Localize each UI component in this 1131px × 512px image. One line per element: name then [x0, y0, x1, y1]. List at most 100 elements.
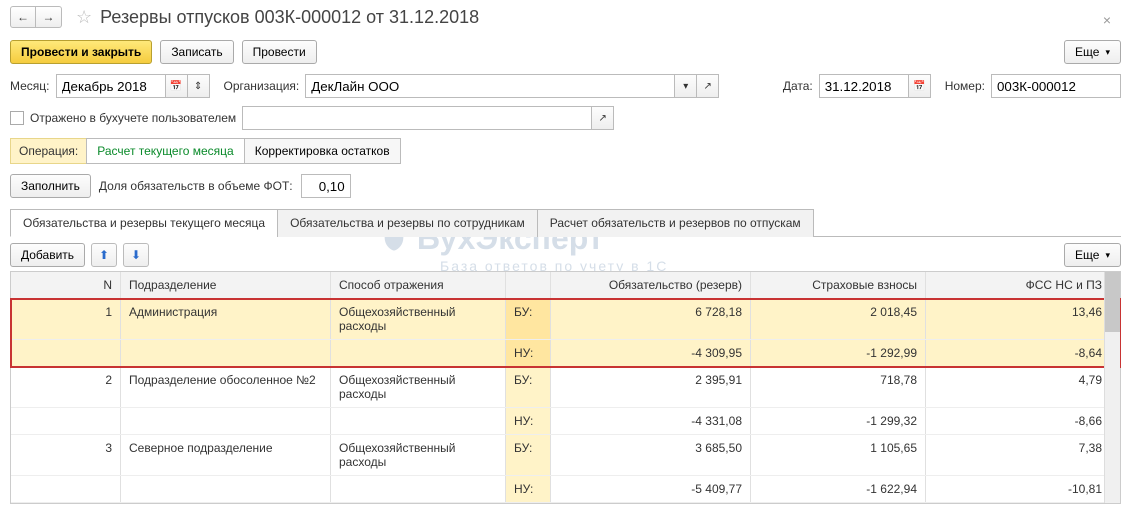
move-up-button[interactable]: ⬆ [91, 243, 117, 267]
cell-acc-type: БУ: [506, 299, 551, 339]
table-row[interactable]: НУ:-4 309,95-1 292,99-8,64 [11, 340, 1120, 367]
cell-obl: -4 309,95 [551, 340, 751, 366]
col-ins[interactable]: Страховые взносы [751, 272, 926, 298]
more-button[interactable]: Еще [1064, 40, 1121, 64]
grid: N Подразделение Способ отражения Обязате… [10, 271, 1121, 504]
page-title: Резервы отпусков 003К-000012 от 31.12.20… [100, 7, 479, 28]
grid-more-button[interactable]: Еще [1064, 243, 1121, 267]
cell-dept: Администрация [121, 299, 331, 339]
forward-button[interactable]: → [36, 6, 62, 28]
cell-method: Общехозяйственный расходы [331, 367, 506, 407]
stepper-icon[interactable]: ⇕ [188, 74, 210, 98]
cell-dept [121, 476, 331, 502]
dropdown-icon[interactable]: ▾ [675, 74, 697, 98]
cell-method [331, 408, 506, 434]
table-row[interactable]: НУ:-4 331,08-1 299,32-8,66 [11, 408, 1120, 435]
arrow-right-icon: → [43, 10, 55, 24]
op-correction[interactable]: Корректировка остатков [245, 138, 401, 164]
col-n[interactable]: N [11, 272, 121, 298]
month-input[interactable] [56, 74, 166, 98]
cell-n: 2 [11, 367, 121, 407]
calendar-icon[interactable]: 📅 [909, 74, 931, 98]
cell-dept: Подразделение обосоленное №2 [121, 367, 331, 407]
tab-current-month[interactable]: Обязательства и резервы текущего месяца [10, 209, 278, 237]
cell-n [11, 476, 121, 502]
col-obl[interactable]: Обязательство (резерв) [551, 272, 751, 298]
cell-fss: -10,81 [926, 476, 1111, 502]
close-icon[interactable]: × [1103, 12, 1111, 28]
save-button[interactable]: Записать [160, 40, 233, 64]
cell-method: Общехозяйственный расходы [331, 435, 506, 475]
cell-acc-type: НУ: [506, 340, 551, 366]
table-row[interactable]: НУ:-5 409,77-1 622,94-10,81 [11, 476, 1120, 503]
table-row[interactable]: 2Подразделение обосоленное №2Общехозяйст… [11, 367, 1120, 408]
cell-obl: 6 728,18 [551, 299, 751, 339]
cell-ins: 1 105,65 [751, 435, 926, 475]
cell-dept: Северное подразделение [121, 435, 331, 475]
fill-button[interactable]: Заполнить [10, 174, 91, 198]
open-icon[interactable]: ↗ [697, 74, 719, 98]
reflected-label: Отражено в бухучете пользователем [30, 111, 236, 125]
cell-ins: 2 018,45 [751, 299, 926, 339]
number-input[interactable] [991, 74, 1121, 98]
cell-method: Общехозяйственный расходы [331, 299, 506, 339]
cell-acc-type: БУ: [506, 367, 551, 407]
col-method[interactable]: Способ отражения [331, 272, 506, 298]
cell-fss: -8,66 [926, 408, 1111, 434]
cell-n: 1 [11, 299, 121, 339]
cell-obl: 2 395,91 [551, 367, 751, 407]
star-icon[interactable]: ☆ [76, 7, 92, 28]
table-row[interactable]: 3Северное подразделениеОбщехозяйственный… [11, 435, 1120, 476]
cell-ins: -1 292,99 [751, 340, 926, 366]
cell-method [331, 340, 506, 366]
cell-obl: 3 685,50 [551, 435, 751, 475]
reflected-input[interactable] [242, 106, 592, 130]
cell-ins: 718,78 [751, 367, 926, 407]
op-current-month[interactable]: Расчет текущего месяца [86, 138, 244, 164]
calendar-icon[interactable]: 📅 [166, 74, 188, 98]
col-fss[interactable]: ФСС НС и ПЗ [926, 272, 1111, 298]
cell-dept [121, 408, 331, 434]
nav-group: ← → [10, 6, 62, 28]
arrow-left-icon: ← [17, 10, 29, 24]
cell-acc-type: НУ: [506, 408, 551, 434]
cell-obl: -4 331,08 [551, 408, 751, 434]
cell-method [331, 476, 506, 502]
number-label: Номер: [945, 79, 985, 93]
cell-n [11, 408, 121, 434]
back-button[interactable]: ← [10, 6, 36, 28]
scrollbar[interactable] [1104, 272, 1120, 503]
date-label: Дата: [783, 79, 813, 93]
cell-fss: 7,38 [926, 435, 1111, 475]
col-dept[interactable]: Подразделение [121, 272, 331, 298]
move-down-button[interactable]: ⬇ [123, 243, 149, 267]
tab-by-employees[interactable]: Обязательства и резервы по сотрудникам [277, 209, 538, 237]
cell-n [11, 340, 121, 366]
cell-obl: -5 409,77 [551, 476, 751, 502]
arrow-down-icon: ⬇ [131, 248, 141, 262]
add-button[interactable]: Добавить [10, 243, 85, 267]
scrollbar-thumb[interactable] [1105, 272, 1120, 332]
org-input[interactable] [305, 74, 675, 98]
cell-acc-type: НУ: [506, 476, 551, 502]
open-icon[interactable]: ↗ [592, 106, 614, 130]
org-label: Организация: [224, 79, 300, 93]
ratio-input[interactable] [301, 174, 351, 198]
cell-ins: -1 299,32 [751, 408, 926, 434]
cell-fss: -8,64 [926, 340, 1111, 366]
ratio-label: Доля обязательств в объеме ФОТ: [99, 179, 293, 193]
cell-dept [121, 340, 331, 366]
cell-acc-type: БУ: [506, 435, 551, 475]
cell-n: 3 [11, 435, 121, 475]
cell-ins: -1 622,94 [751, 476, 926, 502]
reflected-checkbox[interactable] [10, 111, 24, 125]
arrow-up-icon: ⬆ [99, 248, 109, 262]
post-and-close-button[interactable]: Провести и закрыть [10, 40, 152, 64]
col-type [506, 272, 551, 298]
date-input[interactable] [819, 74, 909, 98]
month-label: Месяц: [10, 79, 50, 93]
tab-calc-reserves[interactable]: Расчет обязательств и резервов по отпуск… [537, 209, 814, 237]
grid-header: N Подразделение Способ отражения Обязате… [11, 272, 1120, 299]
post-button[interactable]: Провести [242, 40, 317, 64]
table-row[interactable]: 1АдминистрацияОбщехозяйственный расходыБ… [11, 299, 1120, 340]
